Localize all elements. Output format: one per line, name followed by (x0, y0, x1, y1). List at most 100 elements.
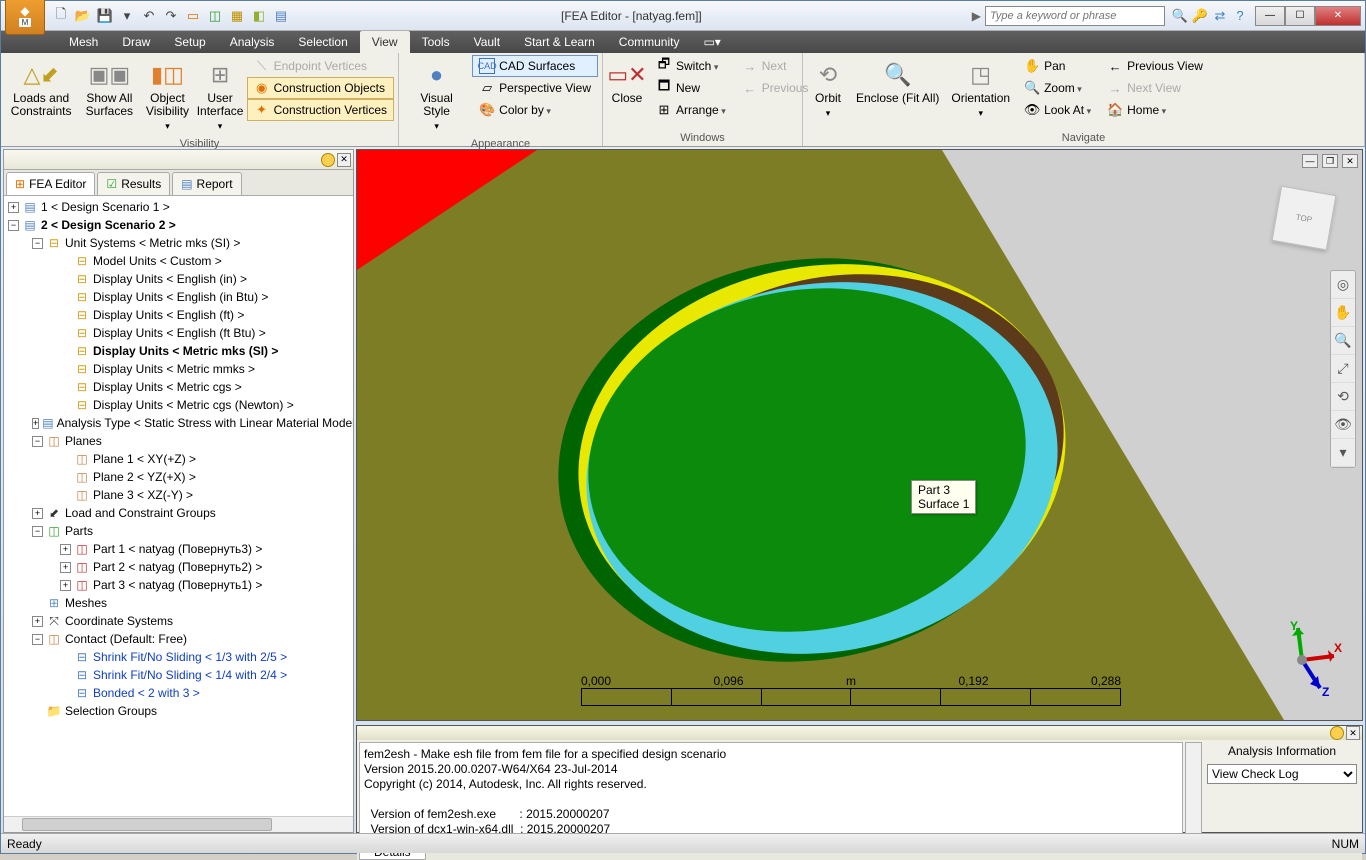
home-button[interactable]: 🏠Home (1100, 99, 1210, 121)
maximize-button[interactable]: ☐ (1285, 6, 1315, 26)
binoculars-icon[interactable]: 🔍 (1171, 7, 1189, 25)
qat-report-icon[interactable]: ▤ (271, 6, 291, 26)
tree-parts[interactable]: −◫Parts (4, 522, 353, 540)
endpoint-vertices-button[interactable]: ⟍Endpoint Vertices (247, 55, 394, 77)
tree-ds1[interactable]: +▤1 < Design Scenario 1 > (4, 198, 353, 216)
console-close-icon[interactable]: ✕ (1346, 726, 1360, 740)
tree-shrink2[interactable]: ⊟Shrink Fit/No Sliding < 1/4 with 2/4 > (4, 666, 353, 684)
nav-zoom-icon[interactable]: 🔍 (1331, 327, 1355, 355)
qat-open-icon[interactable]: 📂 (73, 6, 93, 26)
tree-part2[interactable]: +◫Part 2 < natyag (Повернуть2) > (4, 558, 353, 576)
tree-du-ft-btu[interactable]: ⊟Display Units < English (ft Btu) > (4, 324, 353, 342)
perspective-view-button[interactable]: ▱Perspective View (472, 77, 598, 99)
orientation-button[interactable]: ◳Orientation▾ (946, 55, 1015, 123)
orbit-button[interactable]: ⟲Orbit▾ (807, 55, 849, 123)
user-interface-button[interactable]: ⊞User Interface▾ (196, 55, 245, 136)
pin-icon[interactable] (321, 153, 335, 167)
help-icon[interactable]: ? (1231, 7, 1249, 25)
tree-du-cgs[interactable]: ⊟Display Units < Metric cgs > (4, 378, 353, 396)
tab-tools[interactable]: Tools (410, 31, 462, 53)
qat-redo-icon[interactable]: ↷ (161, 6, 181, 26)
cad-surfaces-button[interactable]: CADCAD Surfaces (472, 55, 598, 77)
pan-button[interactable]: ✋Pan (1017, 55, 1098, 77)
enclose-button[interactable]: 🔍Enclose (Fit All) (851, 55, 944, 108)
nav-zoom-ext-icon[interactable]: ⤢ (1331, 355, 1355, 383)
qat-undo-icon[interactable]: ↶ (139, 6, 159, 26)
switch-button[interactable]: 🗗Switch (649, 55, 733, 77)
tree-shrink1[interactable]: ⊟Shrink Fit/No Sliding < 1/3 with 2/5 > (4, 648, 353, 666)
key-icon[interactable]: 🔑 (1191, 7, 1209, 25)
view-log-select[interactable]: View Check Log (1207, 764, 1357, 784)
construction-vertices-button[interactable]: ✦Construction Vertices (247, 99, 394, 121)
tab-start-learn[interactable]: Start & Learn (512, 31, 607, 53)
tree-ds2[interactable]: −▤2 < Design Scenario 2 > (4, 216, 353, 234)
exchange-icon[interactable]: ⇄ (1211, 7, 1229, 25)
qat-box-icon[interactable]: ▭ (183, 6, 203, 26)
tree-coord[interactable]: +⤧Coordinate Systems (4, 612, 353, 630)
tree-hscroll[interactable] (4, 816, 353, 832)
tree-part1[interactable]: +◫Part 1 < natyag (Повернуть3) > (4, 540, 353, 558)
nav-more-icon[interactable]: ▾ (1331, 439, 1355, 467)
look-at-button[interactable]: 👁Look At (1017, 99, 1098, 121)
tab-draw[interactable]: Draw (110, 31, 162, 53)
mdi-restore-icon[interactable]: ❐ (1322, 154, 1338, 168)
visual-style-button[interactable]: ●Visual Style▾ (403, 55, 470, 136)
tree-du-si[interactable]: ⊟Display Units < Metric mks (SI) > (4, 342, 353, 360)
previous-view-button[interactable]: ←Previous View (1100, 55, 1210, 77)
viewcube[interactable]: TOP (1272, 186, 1337, 251)
arrange-button[interactable]: ⊞Arrange (649, 99, 733, 121)
mdi-minimize-icon[interactable]: — (1302, 154, 1318, 168)
object-visibility-button[interactable]: ▮◫Object Visibility▾ (141, 55, 193, 136)
tab-mesh[interactable]: Mesh (57, 31, 110, 53)
qat-run-icon[interactable]: ▦ (227, 6, 247, 26)
close-button[interactable]: ✕ (1315, 6, 1361, 26)
console-pin-icon[interactable] (1330, 726, 1344, 740)
tree-plane2[interactable]: ◫Plane 2 < YZ(+X) > (4, 468, 353, 486)
next-view-button[interactable]: →Next View (1100, 77, 1210, 99)
nav-pan-icon[interactable]: ✋ (1331, 299, 1355, 327)
app-logo[interactable]: ◆M (5, 0, 45, 35)
tree-model-units[interactable]: ⊟Model Units < Custom > (4, 252, 353, 270)
console-vscroll[interactable] (1185, 742, 1202, 842)
show-all-surfaces-button[interactable]: ▣▣Show All Surfaces (79, 55, 139, 121)
qat-dropdown-icon[interactable]: ▾ (117, 6, 137, 26)
pane-tab-report[interactable]: ▤Report (172, 172, 241, 195)
tab-community[interactable]: Community (607, 31, 692, 53)
pane-tab-results[interactable]: ☑Results (97, 172, 170, 195)
pane-close-icon[interactable]: ✕ (337, 153, 351, 167)
qat-new-icon[interactable]: 🗋 (51, 6, 71, 26)
tab-view[interactable]: View (360, 31, 410, 53)
tab-analysis[interactable]: Analysis (218, 31, 287, 53)
tab-selection[interactable]: Selection (286, 31, 359, 53)
construction-objects-button[interactable]: ◉Construction Objects (247, 77, 394, 99)
tree-du-cgs-n[interactable]: ⊟Display Units < Metric cgs (Newton) > (4, 396, 353, 414)
tree-part3[interactable]: +◫Part 3 < natyag (Повернуть1) > (4, 576, 353, 594)
zoom-button[interactable]: 🔍Zoom (1017, 77, 1098, 99)
nav-lookat-icon[interactable]: 👁 (1331, 411, 1355, 439)
tree-planes[interactable]: −◫Planes (4, 432, 353, 450)
tree-unit-systems[interactable]: −⊟Unit Systems < Metric mks (SI) > (4, 234, 353, 252)
tree-du-in[interactable]: ⊟Display Units < English (in) > (4, 270, 353, 288)
minimize-button[interactable]: — (1255, 6, 1285, 26)
qat-save-icon[interactable]: 💾 (95, 6, 115, 26)
pane-tab-editor[interactable]: ⊞FEA Editor (6, 172, 95, 195)
tab-overflow-icon[interactable]: ▭▾ (691, 31, 732, 53)
mdi-close-icon[interactable]: ✕ (1342, 154, 1358, 168)
tree-du-in-btu[interactable]: ⊟Display Units < English (in Btu) > (4, 288, 353, 306)
tree-du-ft[interactable]: ⊟Display Units < English (ft) > (4, 306, 353, 324)
nav-wheel-icon[interactable]: ◎ (1331, 271, 1355, 299)
tree-du-mmks[interactable]: ⊟Display Units < Metric mmks > (4, 360, 353, 378)
model-tree[interactable]: +▤1 < Design Scenario 1 > −▤2 < Design S… (4, 196, 353, 816)
loads-constraints-button[interactable]: △⬋Loads and Constraints (5, 55, 77, 121)
tree-load-groups[interactable]: +⬋Load and Constraint Groups (4, 504, 353, 522)
new-button[interactable]: 🗖New (649, 77, 733, 99)
tree-plane3[interactable]: ◫Plane 3 < XZ(-Y) > (4, 486, 353, 504)
tree-bonded[interactable]: ⊟Bonded < 2 with 3 > (4, 684, 353, 702)
tree-analysis-type[interactable]: +▤Analysis Type < Static Stress with Lin… (4, 414, 353, 432)
color-by-button[interactable]: 🎨Color by (472, 99, 598, 121)
tab-vault[interactable]: Vault (462, 31, 512, 53)
3d-viewport[interactable]: — ❐ ✕ TOP ◎ ✋ 🔍 ⤢ ⟲ 👁 ▾ Part 3 Surface 1 (356, 149, 1363, 721)
qat-chart-icon[interactable]: ◧ (249, 6, 269, 26)
close-button-ribbon[interactable]: ▭✕Close (607, 55, 647, 108)
nav-orbit-icon[interactable]: ⟲ (1331, 383, 1355, 411)
